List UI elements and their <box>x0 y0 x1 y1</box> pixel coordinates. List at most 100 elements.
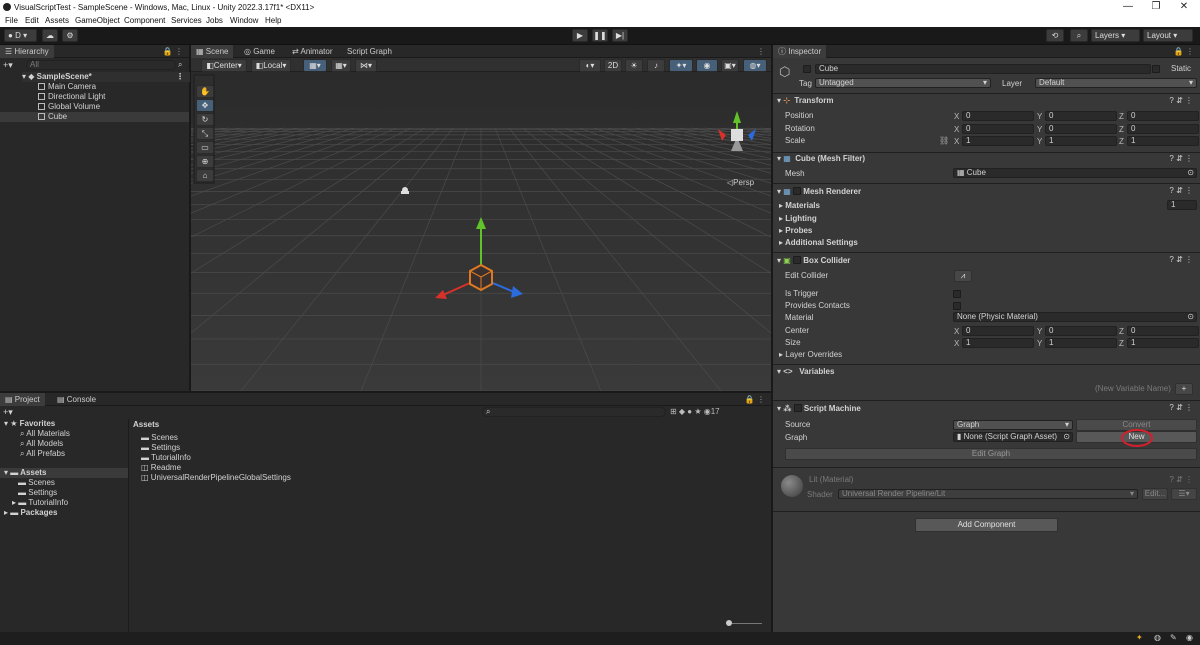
favorite-all-prefabs[interactable]: ⌕ All Prefabs <box>20 449 65 459</box>
lighting-toggle-icon[interactable]: ☀ <box>625 59 643 72</box>
panel-menu-icon[interactable]: 🔒 ⋮ <box>745 395 765 404</box>
tree-folder-scenes[interactable]: ▬ Scenes <box>18 478 55 488</box>
add-component-button[interactable]: Add Component <box>915 518 1058 532</box>
x-value-field[interactable]: 1 <box>962 136 1034 146</box>
script-machine-header[interactable]: ▾ ⁂ Script Machine? ⇵ ⋮ <box>777 403 1197 413</box>
constrain-scale-icon[interactable]: ⛓ <box>939 136 949 145</box>
z-value-field[interactable]: 0 <box>1127 326 1199 336</box>
custom-tool-icon[interactable]: ⌂ <box>196 169 214 182</box>
z-value-field[interactable]: 1 <box>1127 136 1199 146</box>
packages-node[interactable]: ▸ ▬ Packages <box>4 508 57 518</box>
cloud-icon[interactable]: ☁ <box>42 29 58 42</box>
component-menu-icons[interactable]: ? ⇵ ⋮ <box>1169 154 1193 164</box>
tab-game[interactable]: ◎ Game <box>239 45 280 58</box>
tab-project[interactable]: ▤ Project <box>0 393 45 406</box>
mesh-renderer-header[interactable]: ▾ ▦ Mesh Renderer? ⇵ ⋮ <box>777 186 1197 196</box>
edit-shader-button[interactable]: Edit... <box>1142 488 1168 500</box>
scale-tool-icon[interactable]: ⤡ <box>196 127 214 140</box>
object-name-field[interactable]: Cube <box>815 64 1151 74</box>
add-object-button[interactable]: +▾ <box>3 60 13 71</box>
tree-folder-tutorialinfo[interactable]: ▸ ▬ TutorialInfo <box>12 498 68 508</box>
tab-hierarchy[interactable]: ☰ Hierarchy <box>0 45 54 58</box>
asset-settings[interactable]: ▬ Settings <box>141 443 180 453</box>
tree-folder-settings[interactable]: ▬ Settings <box>18 488 57 498</box>
mesh-field[interactable]: ▦ Cube ⊙ <box>953 168 1197 178</box>
new-variable-name-input[interactable]: (New Variable Name) <box>1095 384 1171 394</box>
edit-collider-button[interactable]: ⩘ <box>954 270 972 282</box>
menu-services[interactable]: Services <box>171 16 202 25</box>
search-icon[interactable]: ⌕ <box>1070 29 1088 42</box>
provides-contacts-checkbox[interactable] <box>953 302 961 310</box>
box-collider-header[interactable]: ▾ ▣ Box Collider? ⇵ ⋮ <box>777 255 1197 265</box>
space-dropdown[interactable]: ◧Local▾ <box>251 59 291 72</box>
hierarchy-item-main-camera[interactable]: Main Camera <box>38 82 96 92</box>
panel-menu-icon[interactable]: ⋮ <box>757 47 765 56</box>
scene-viewport[interactable] <box>191 73 771 391</box>
z-value-field[interactable]: 0 <box>1127 124 1199 134</box>
collider-material-field[interactable]: None (Physic Material) ⊙ <box>953 312 1197 322</box>
tab-scene[interactable]: ▦ Scene <box>191 45 234 58</box>
enabled-checkbox[interactable] <box>793 256 802 264</box>
menu-file[interactable]: File <box>5 16 18 25</box>
panel-menu-icon[interactable]: 🔒 ⋮ <box>1174 47 1194 56</box>
cache-icon[interactable]: ◍ <box>1154 633 1161 642</box>
play-button[interactable]: ▶ <box>572 29 588 42</box>
favorites-node[interactable]: ▾ ★ Favorites <box>4 419 55 429</box>
history-icon[interactable]: ⟲ <box>1046 29 1064 42</box>
component-menu-icons[interactable]: ? ⇵ ⋮ <box>1169 475 1193 485</box>
layout-dropdown[interactable]: Layout ▾ <box>1143 29 1193 42</box>
materials-foldout[interactable]: ▸ Materials <box>779 201 820 211</box>
project-search-input[interactable]: ⌕ <box>482 407 666 417</box>
component-menu-icons[interactable]: ? ⇵ ⋮ <box>1169 255 1193 265</box>
assets-node[interactable]: ▾ ▬ Assets <box>0 468 128 478</box>
audio-toggle-icon[interactable]: ♪ <box>647 59 665 72</box>
shader-menu-button[interactable]: ☰▾ <box>1171 488 1197 500</box>
debug-icon[interactable]: ✎ <box>1170 633 1177 642</box>
tab-animator[interactable]: ⇄ Animator <box>287 45 338 58</box>
draw-mode-button[interactable]: ◐▾ <box>579 59 601 72</box>
tab-console[interactable]: ▤ Console <box>52 393 101 406</box>
create-asset-button[interactable]: +▾ <box>3 407 13 418</box>
effects-toggle-icon[interactable]: ✦▾ <box>669 59 693 72</box>
tab-inspector[interactable]: ⓘ Inspector <box>773 45 827 58</box>
gizmos-toggle-icon[interactable]: ◍▾ <box>743 59 767 72</box>
tag-dropdown[interactable]: Untagged ▾ <box>815 78 991 88</box>
persp-label[interactable]: ◁Persp <box>727 178 754 187</box>
y-value-field[interactable]: 1 <box>1045 136 1117 146</box>
hierarchy-item-cube[interactable]: Cube <box>0 112 189 122</box>
asset-tutorialinfo[interactable]: ▬ TutorialInfo <box>141 453 191 463</box>
asset-scenes[interactable]: ▬ Scenes <box>141 433 178 443</box>
snap-settings-button[interactable]: ⋈▾ <box>355 59 377 72</box>
z-value-field[interactable]: 1 <box>1127 338 1199 348</box>
menu-gameobject[interactable]: GameObject <box>75 16 120 25</box>
shader-dropdown[interactable]: Universal Render Pipeline/Lit ▾ <box>838 489 1138 499</box>
menu-jobs[interactable]: Jobs <box>206 16 223 25</box>
slider-thumb[interactable] <box>726 620 732 626</box>
menu-window[interactable]: Window <box>230 16 258 25</box>
pivot-dropdown[interactable]: ◧Center▾ <box>201 59 247 72</box>
x-value-field[interactable]: 0 <box>962 326 1034 336</box>
minimize-icon[interactable]: — <box>1116 1 1140 12</box>
component-menu-icons[interactable]: ? ⇵ ⋮ <box>1169 96 1193 106</box>
hierarchy-item-global-volume[interactable]: Global Volume <box>38 102 100 112</box>
hand-tool-icon[interactable]: ✋ <box>196 85 214 98</box>
z-value-field[interactable]: 0 <box>1127 111 1199 121</box>
pause-button[interactable]: ❚❚ <box>592 29 608 42</box>
favorite-all-models[interactable]: ⌕ All Models <box>20 439 63 449</box>
notification-icon[interactable]: ◉ <box>1186 633 1193 642</box>
object-picker-icon[interactable]: ⊙ <box>1063 433 1070 441</box>
is-trigger-checkbox[interactable] <box>953 290 961 298</box>
menu-help[interactable]: Help <box>265 16 281 25</box>
mesh-filter-header[interactable]: ▾ ▦ Cube (Mesh Filter)? ⇵ ⋮ <box>777 154 1197 164</box>
hierarchy-item-directional-light[interactable]: Directional Light <box>38 92 105 102</box>
x-value-field[interactable]: 0 <box>962 111 1034 121</box>
tab-script-graph[interactable]: Script Graph <box>342 45 397 58</box>
object-picker-icon[interactable]: ⊙ <box>1187 313 1194 321</box>
rect-tool-icon[interactable]: ▭ <box>196 141 214 154</box>
hidden-objects-icon[interactable]: ◉ <box>696 59 718 72</box>
layer-dropdown[interactable]: Default ▾ <box>1035 78 1197 88</box>
component-menu-icons[interactable]: ? ⇵ ⋮ <box>1169 186 1193 196</box>
menu-edit[interactable]: Edit <box>25 16 39 25</box>
scene-row[interactable]: ▾ ◆ SampleScene* ⋮ <box>22 72 190 82</box>
maximize-icon[interactable]: ❐ <box>1144 1 1168 12</box>
